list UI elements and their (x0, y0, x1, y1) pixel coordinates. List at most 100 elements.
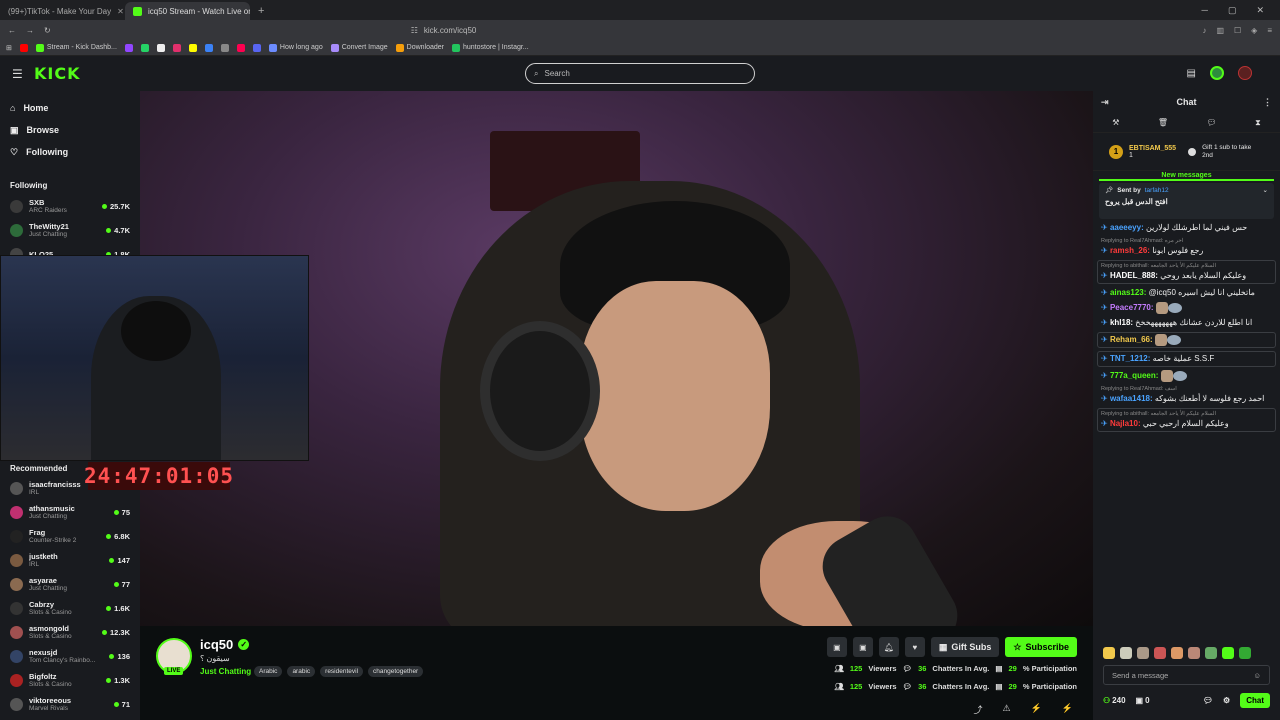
channel-item[interactable]: Cabrzy Slots & Casino 1.6K (0, 596, 140, 620)
bookmark-icon[interactable] (236, 43, 245, 52)
chat-message[interactable]: Replying to Real7Ahmad: اسف ✈ wafaa1418: … (1101, 385, 1272, 405)
channel-item[interactable]: viktoreeous Marvel Rivals 71 (0, 692, 140, 716)
search-input[interactable]: ⌕ Search (525, 63, 755, 84)
menu-icon[interactable]: ≡ (1267, 26, 1272, 35)
new-messages-divider[interactable]: New messages (1099, 171, 1274, 181)
reload-icon[interactable]: ↻ (44, 26, 51, 35)
chat-username[interactable]: Reham_66: (1110, 335, 1153, 344)
chat-message[interactable]: ✈ aaeeeyy: حس فيني لما اطرشلك لولارين (1101, 222, 1272, 234)
gift-subs-button[interactable]: ▦ Gift Subs (930, 637, 1000, 657)
bookmark-icon[interactable]: ☐ (1234, 26, 1241, 35)
shield-icon[interactable]: ◈ (1251, 26, 1257, 35)
chat-bubble-icon[interactable]: 💬︎ (1203, 696, 1213, 705)
collapse-icon[interactable]: ⌄ (1263, 186, 1268, 194)
url-field[interactable]: ☷ kick.com/icq50 (411, 26, 911, 35)
music-icon[interactable]: ♪ (1202, 26, 1206, 35)
hamburger-menu-icon[interactable]: ☰ (12, 67, 23, 81)
channel-item[interactable]: SXB ARC Raiders 25.7K (0, 194, 140, 218)
emote-icon[interactable] (1137, 647, 1149, 659)
inventory-icon[interactable]: ▤ (1187, 68, 1196, 79)
chat-username[interactable]: Najla10: (1110, 419, 1141, 428)
emote-icon[interactable] (1171, 647, 1183, 659)
new-tab-button[interactable]: + (250, 2, 272, 20)
channel-item[interactable]: justketh IRL 147 (0, 548, 140, 572)
channel-item[interactable]: asmongold Slots & Casino 12.3K (0, 620, 140, 644)
chat-username[interactable]: TNT_1212: (1110, 354, 1150, 363)
tag[interactable]: residentevil (320, 666, 364, 677)
bookmark-icon[interactable] (252, 43, 261, 52)
maximize-icon[interactable]: ▢ (1228, 5, 1237, 16)
emote-icon[interactable] (1188, 647, 1200, 659)
chat-message[interactable]: Replying to Real7Ahmad: اخر مره ✈ ramsh_2… (1101, 237, 1272, 257)
gift-leaderboard[interactable]: 1 EBTISAM_555 1 Gift 1 sub to take 2nd (1093, 133, 1280, 171)
close-icon[interactable]: ✕ (117, 7, 124, 16)
chat-username[interactable]: 777a_queen: (1110, 371, 1158, 380)
theater-button[interactable]: ▣ (852, 637, 873, 657)
chat-message[interactable]: ✈ 777a_queen: (1101, 370, 1272, 383)
bookmark-icon[interactable] (204, 43, 213, 52)
chat-username[interactable]: aaeeeyy: (1110, 223, 1144, 232)
channel-item[interactable]: Bigfoltz Slots & Casino 1.3K (0, 668, 140, 692)
chat-message[interactable]: ✈ Peace7770: (1101, 302, 1272, 314)
chat-send-button[interactable]: Chat (1240, 692, 1270, 708)
bookmark-item[interactable]: Downloader (395, 43, 444, 52)
kick-logo[interactable]: KICK (34, 64, 81, 83)
chat-message[interactable]: ✈ Reham_66: (1097, 332, 1276, 349)
moderation-icon[interactable]: ⚒ (1112, 118, 1119, 127)
chat-username[interactable]: wafaa1418: (1110, 394, 1153, 403)
channel-item[interactable]: athansmusic Just Chatting 75 (0, 500, 140, 524)
whatsapp-icon[interactable] (140, 43, 149, 52)
instagram-icon[interactable] (172, 43, 181, 52)
browser-tab-tiktok[interactable]: (99+)TikTok - Make Your Day ✕ (0, 2, 125, 20)
snapchat-icon[interactable] (188, 43, 197, 52)
emote-icon[interactable] (1239, 647, 1251, 659)
bookmark-item[interactable]: Stream - Kick Dashb... (35, 43, 117, 52)
notification-bell-button[interactable]: 🔔︎ (878, 637, 899, 657)
chat-message[interactable]: ✈ TNT_1212: عملية خاصه S.S.F (1097, 351, 1276, 368)
bookmark-item[interactable]: Convert Image (330, 43, 388, 52)
trash-icon[interactable]: 🗑︎ (1158, 118, 1168, 127)
browser-tab-kick[interactable]: icq50 Stream - Watch Live on Kick ✕ (125, 2, 250, 20)
chat-username[interactable]: Peace7770: (1110, 303, 1154, 312)
site-info-icon[interactable]: ☷ (411, 26, 418, 35)
pinned-message[interactable]: 📌︎ Sent by tarfah12 ⌄ افتح الدس قبل يروح (1099, 183, 1274, 219)
emote-icon[interactable] (1120, 647, 1132, 659)
bookmark-item[interactable]: How long ago (268, 43, 323, 52)
sidebar-item-following[interactable]: ♡ Following (0, 141, 140, 163)
channel-item[interactable]: asyarae Just Chatting 77 (0, 572, 140, 596)
chat-message[interactable]: Replying to abithall: السلام عليكم الأ ي… (1097, 260, 1276, 284)
sidebar-item-browse[interactable]: ▣ Browse (0, 119, 140, 141)
chat-username[interactable]: khl18: (1110, 318, 1133, 327)
emote-icon[interactable] (1154, 647, 1166, 659)
chat-message[interactable]: ✈ khl18: انا اطلع للاردن عشانك هههههههخخ… (1101, 317, 1272, 329)
emote-icon[interactable] (1103, 647, 1115, 659)
chat-username[interactable]: HADEL_888: (1110, 271, 1158, 280)
report-icon[interactable]: ⚠ (1002, 703, 1010, 716)
channel-item[interactable]: TheWitty21 Just Chatting 4.7K (0, 218, 140, 242)
chat-username[interactable]: ainas123: (1110, 288, 1146, 297)
channel-item[interactable]: Frag Counter-Strike 2 6.8K (0, 524, 140, 548)
subscribe-button[interactable]: ☆ Subscribe (1005, 637, 1077, 657)
apps-icon[interactable]: ⊞ (6, 44, 12, 52)
more-options-icon[interactable]: ⋮ (1263, 97, 1272, 108)
kick-icon[interactable]: ⚡ (1062, 703, 1073, 716)
settings-gear-icon[interactable]: ⚙ (1223, 696, 1230, 705)
minimize-icon[interactable]: ─ (1202, 5, 1208, 15)
channel-item[interactable]: nexusjd Tom Clancy's Rainbo... 136 (0, 644, 140, 668)
kick-icon[interactable]: ⚡ (1031, 703, 1042, 716)
youtube-icon[interactable] (19, 43, 28, 52)
tag[interactable]: Arabic (254, 666, 283, 677)
sidebar-item-home[interactable]: ⌂ Home (0, 97, 140, 119)
follow-heart-button[interactable]: ♥ (904, 637, 925, 657)
clip-button[interactable]: ▣ (826, 637, 847, 657)
collapse-chat-icon[interactable]: ⇥ (1101, 97, 1109, 108)
twitch-icon[interactable] (124, 43, 133, 52)
back-icon[interactable]: ← (8, 26, 16, 35)
bookmark-icon[interactable] (220, 43, 229, 52)
hourglass-icon[interactable]: ⧗ (1255, 118, 1261, 128)
chat-username[interactable]: ramsh_26: (1110, 246, 1150, 255)
bookmark-item[interactable]: huntostore | Instagr... (452, 43, 529, 52)
chat-message[interactable]: Replying to abithall: السلام عليكم الأ ي… (1097, 408, 1276, 433)
close-window-icon[interactable]: ✕ (1256, 5, 1264, 16)
stream-preview-popup[interactable] (0, 255, 309, 461)
